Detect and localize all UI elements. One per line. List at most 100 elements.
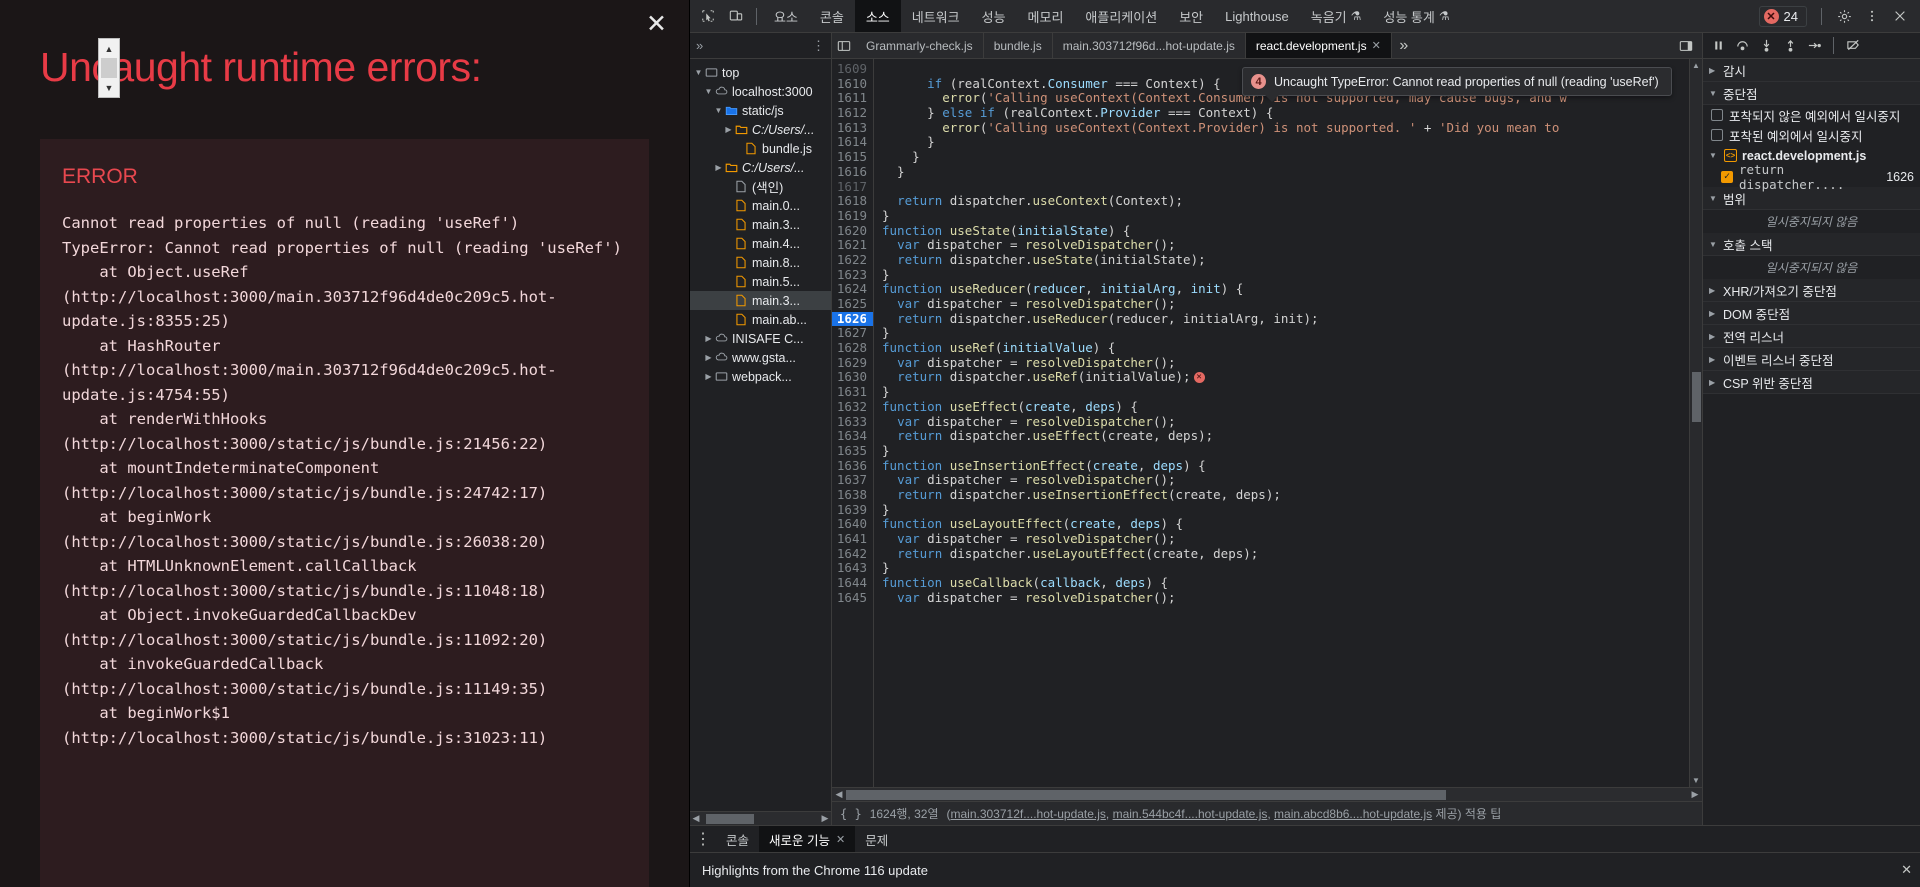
code-line[interactable]: } bbox=[882, 135, 1689, 150]
vscroll-thumb[interactable] bbox=[1692, 372, 1701, 422]
code-line[interactable]: return dispatcher.useContext(Context); bbox=[882, 193, 1689, 209]
line-number[interactable]: 1610 bbox=[832, 76, 873, 92]
code-line[interactable]: var dispatcher = resolveDispatcher(); bbox=[882, 472, 1689, 488]
line-number[interactable]: 1624 bbox=[832, 282, 873, 297]
code-line[interactable]: function useLayoutEffect(create, deps) { bbox=[882, 516, 1689, 532]
tree-node[interactable]: (색인) bbox=[690, 177, 831, 196]
line-number[interactable]: 1612 bbox=[832, 105, 873, 121]
navigator-toggle-icon[interactable] bbox=[832, 39, 856, 53]
scroll-down-icon[interactable]: ▼ bbox=[99, 78, 119, 97]
code-line[interactable]: } bbox=[882, 502, 1689, 518]
scroll-thumb[interactable] bbox=[101, 58, 117, 78]
step-out-icon[interactable] bbox=[1779, 35, 1801, 57]
line-number-gutter[interactable]: 1609 1610 1611 1612 1613 1614 1615 1616 1617 1618… bbox=[832, 59, 874, 787]
source-link-0[interactable]: main.303712f....hot-update.js bbox=[950, 807, 1105, 821]
tree-node[interactable]: ▶ webpack... bbox=[690, 367, 831, 386]
line-number[interactable]: 1637 bbox=[832, 473, 873, 488]
line-number[interactable]: 1644 bbox=[832, 575, 873, 591]
panel-tab-6[interactable]: 애플리케이션 bbox=[1074, 0, 1168, 32]
line-number[interactable]: 1623 bbox=[832, 267, 873, 283]
code-line[interactable]: } bbox=[882, 208, 1689, 224]
editor-tab-0[interactable]: Grammarly-check.js bbox=[856, 33, 984, 58]
breakpoint-checkbox[interactable]: ✓ bbox=[1721, 170, 1733, 183]
tree-node[interactable]: ▶ C:/Users/... bbox=[690, 120, 831, 139]
panel-tab-5[interactable]: 메모리 bbox=[1017, 0, 1075, 32]
debugger-section-watch[interactable]: ▶ 감시 bbox=[1703, 59, 1920, 82]
tree-node[interactable]: main.3... bbox=[690, 215, 831, 234]
twisty-icon[interactable]: ▼ bbox=[1709, 240, 1719, 249]
line-number[interactable]: 1613 bbox=[832, 120, 873, 136]
code-line[interactable]: var dispatcher = resolveDispatcher(); bbox=[882, 414, 1689, 430]
code-line[interactable]: } else if (realContext.Provider === Cont… bbox=[882, 105, 1689, 121]
code-line[interactable]: } bbox=[882, 561, 1689, 576]
checkbox[interactable] bbox=[1711, 129, 1723, 141]
twisty-icon[interactable]: ▼ bbox=[1709, 89, 1719, 98]
line-number[interactable]: 1645 bbox=[832, 590, 873, 606]
tree-node[interactable]: bundle.js bbox=[690, 139, 831, 158]
code-line[interactable]: } bbox=[882, 267, 1689, 283]
panel-tab-3[interactable]: 네트워크 bbox=[901, 0, 971, 32]
tree-node[interactable]: ▶ INISAFE C... bbox=[690, 329, 831, 348]
scroll-left-icon[interactable]: ◀ bbox=[832, 789, 846, 800]
editor-tab-3[interactable]: react.development.js ✕ bbox=[1245, 33, 1392, 58]
navigator-hscrollbar[interactable]: ◀ ▶ bbox=[690, 811, 831, 825]
line-number[interactable]: 1636 bbox=[832, 458, 873, 474]
code-line[interactable]: return dispatcher.useReducer(reducer, in… bbox=[882, 311, 1689, 327]
tree-node[interactable]: main.5... bbox=[690, 272, 831, 291]
scroll-left-icon[interactable]: ◀ bbox=[690, 813, 702, 824]
tree-node[interactable]: ▶ www.gsta... bbox=[690, 348, 831, 367]
line-number[interactable]: 1628 bbox=[832, 340, 873, 356]
line-number[interactable]: 1634 bbox=[832, 428, 873, 444]
pause-resume-icon[interactable] bbox=[1707, 35, 1729, 57]
twisty-icon[interactable]: ▶ bbox=[703, 353, 714, 362]
code-line[interactable]: return dispatcher.useRef(initialValue); ✕ bbox=[882, 370, 1689, 385]
step-over-icon[interactable] bbox=[1731, 35, 1753, 57]
source-code[interactable]: if (realContext.Consumer === Context) { … bbox=[874, 59, 1689, 787]
line-number[interactable]: 1629 bbox=[832, 355, 873, 371]
editor-tab-1[interactable]: bundle.js bbox=[984, 33, 1053, 58]
step-into-icon[interactable] bbox=[1755, 35, 1777, 57]
code-line[interactable]: function useRef(initialValue) { bbox=[882, 340, 1689, 356]
pause-on-caught-exceptions-row[interactable]: 포착된 예외에서 일시중지 bbox=[1703, 125, 1920, 145]
debugger-section-global-listeners[interactable]: ▶ 전역 리스너 bbox=[1703, 325, 1920, 348]
more-editor-tabs-icon[interactable]: » bbox=[1392, 37, 1416, 55]
source-link-1[interactable]: main.544bc4f....hot-update.js bbox=[1113, 807, 1268, 821]
twisty-icon[interactable]: ▼ bbox=[703, 87, 714, 96]
line-number[interactable]: 1616 bbox=[832, 164, 873, 180]
line-number[interactable]: 1622 bbox=[832, 252, 873, 268]
code-line[interactable]: function useInsertionEffect(create, deps… bbox=[882, 458, 1689, 474]
line-number[interactable]: 1626 bbox=[832, 311, 873, 327]
line-number[interactable]: 1633 bbox=[832, 414, 873, 430]
code-line[interactable]: } bbox=[882, 326, 1689, 341]
editor-tab-2[interactable]: main.303712f96d...hot-update.js bbox=[1053, 33, 1246, 58]
dock-to-right-icon[interactable] bbox=[1674, 39, 1698, 53]
code-line[interactable]: return dispatcher.useEffect(create, deps… bbox=[882, 428, 1689, 444]
panel-tab-4[interactable]: 성능 bbox=[971, 0, 1017, 32]
debugger-section-dom-breakpoints[interactable]: ▶ DOM 중단점 bbox=[1703, 302, 1920, 325]
line-number[interactable]: 1639 bbox=[832, 502, 873, 518]
close-devtools-icon[interactable] bbox=[1886, 3, 1914, 29]
line-number[interactable]: 1631 bbox=[832, 384, 873, 400]
code-line[interactable]: var dispatcher = resolveDispatcher(); bbox=[882, 355, 1689, 371]
overlay-scrollbar[interactable]: ▲ ▼ bbox=[98, 38, 120, 98]
editor-hscroll-thumb[interactable] bbox=[846, 789, 1446, 800]
line-number[interactable]: 1611 bbox=[832, 91, 873, 106]
line-number[interactable]: 1619 bbox=[832, 208, 873, 224]
line-number[interactable]: 1621 bbox=[832, 238, 873, 253]
pause-on-uncaught-exceptions-row[interactable]: 포착되지 않은 예외에서 일시중지 bbox=[1703, 105, 1920, 125]
twisty-icon[interactable]: ▼ bbox=[1709, 194, 1719, 203]
code-line[interactable]: } bbox=[882, 443, 1689, 459]
device-toolbar-icon[interactable] bbox=[722, 3, 750, 29]
tree-node[interactable]: main.8... bbox=[690, 253, 831, 272]
line-number[interactable]: 1640 bbox=[832, 517, 873, 532]
panel-tab-7[interactable]: 보안 bbox=[1168, 0, 1214, 32]
step-icon[interactable] bbox=[1803, 35, 1825, 57]
tree-node[interactable]: main.ab... bbox=[690, 310, 831, 329]
panel-tab-10[interactable]: 성능 통계 ⚗ bbox=[1372, 0, 1460, 32]
breakpoint-entry[interactable]: ✓ return dispatcher.... 1626 bbox=[1703, 162, 1920, 192]
twisty-icon[interactable]: ▼ bbox=[693, 68, 704, 77]
twisty-icon[interactable]: ▶ bbox=[723, 125, 734, 134]
drawer-tab-2[interactable]: 문제 bbox=[855, 826, 898, 852]
line-number[interactable]: 1620 bbox=[832, 223, 873, 239]
vscroll-track[interactable] bbox=[1690, 72, 1702, 774]
